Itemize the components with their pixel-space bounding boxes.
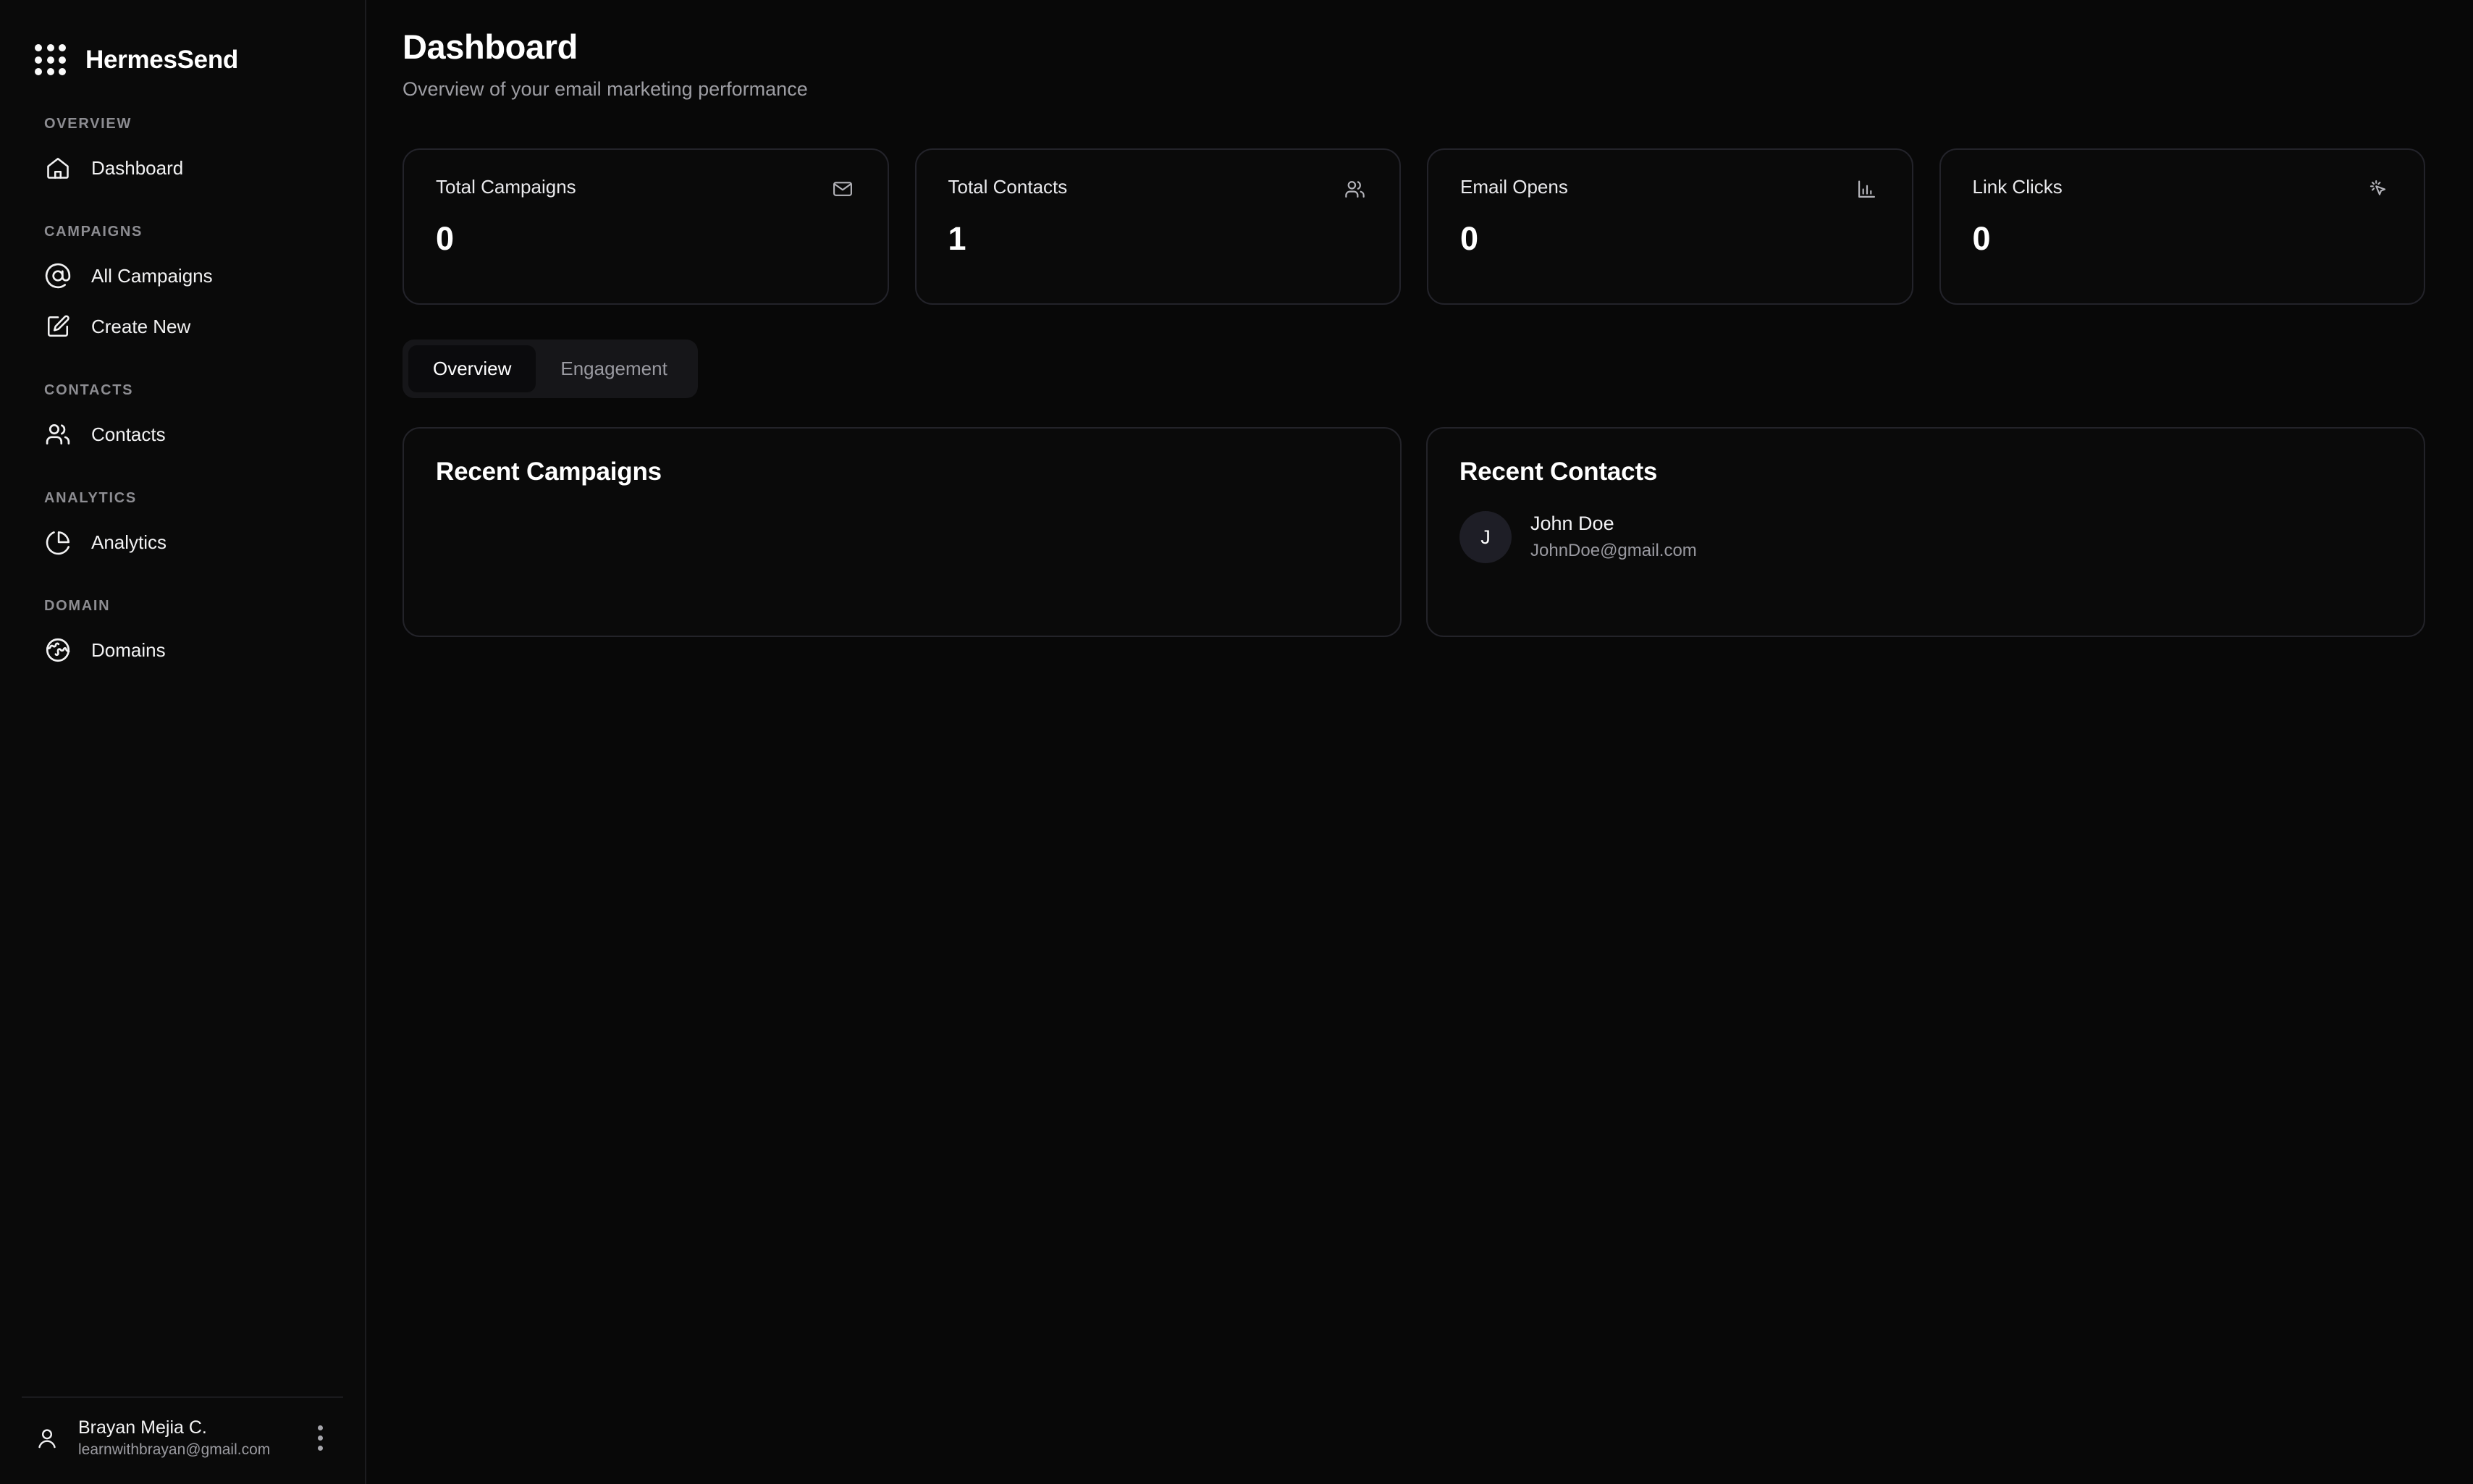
- brand[interactable]: HermesSend: [0, 0, 365, 85]
- sidebar-item-label: Create New: [91, 315, 191, 337]
- stat-head: Link Clicks: [1973, 176, 2393, 202]
- stat-card-total-contacts[interactable]: Total Contacts 1: [914, 148, 1401, 305]
- page-subtitle: Overview of your email marketing perform…: [403, 78, 808, 101]
- users-icon: [1341, 176, 1368, 202]
- nav-section-campaigns-label: CAMPAIGNS: [44, 224, 143, 240]
- stat-card-email-opens[interactable]: Email Opens 0: [1427, 148, 1913, 305]
- nav-section-contacts-label: CONTACTS: [44, 382, 134, 398]
- tab-overview[interactable]: Overview: [408, 345, 536, 393]
- panels-row: Recent Campaigns Recent Contacts J John …: [403, 427, 2425, 638]
- avatar: J: [1459, 511, 1512, 564]
- user-name: Brayan Mejia C.: [78, 1417, 207, 1438]
- sidebar-item-dashboard[interactable]: Dashboard: [0, 143, 365, 193]
- stat-value: 1: [948, 220, 966, 258]
- more-vertical-icon[interactable]: [307, 1422, 333, 1455]
- stat-head: Total Contacts: [948, 176, 1368, 202]
- sidebar-item-label: Contacts: [91, 423, 166, 445]
- user-profile[interactable]: Brayan Mejia C. learnwithbrayan@gmail.co…: [22, 1417, 343, 1459]
- stat-value: 0: [436, 220, 455, 258]
- globe-icon: [43, 636, 72, 665]
- sidebar-item-all-campaigns[interactable]: All Campaigns: [0, 250, 365, 301]
- sidebar-nav: OVERVIEW Dashboard CAMPAIGNS All Campaig…: [0, 85, 365, 1396]
- panel-recent-campaigns: Recent Campaigns: [403, 427, 1402, 638]
- mail-icon: [830, 176, 856, 202]
- sidebar: HermesSend OVERVIEW Dashboard CAMPAIGNS: [0, 0, 366, 1484]
- bar-chart-icon: [1854, 176, 1880, 202]
- page-title: Dashboard: [403, 28, 578, 66]
- stat-head: Email Opens: [1460, 176, 1880, 202]
- stat-value: 0: [1460, 220, 1479, 258]
- sidebar-item-domains[interactable]: Domains: [0, 625, 365, 675]
- nav-section-analytics-label: ANALYTICS: [44, 490, 137, 506]
- at-sign-icon: [43, 261, 72, 290]
- panel-recent-contacts: Recent Contacts J John Doe JohnDoe@gmail…: [1426, 427, 2425, 638]
- stat-label: Total Contacts: [948, 176, 1068, 198]
- user-meta: Brayan Mejia C. learnwithbrayan@gmail.co…: [78, 1417, 291, 1459]
- contact-meta: John Doe JohnDoe@gmail.com: [1530, 511, 1697, 562]
- sidebar-item-label: All Campaigns: [91, 264, 213, 287]
- sidebar-item-contacts[interactable]: Contacts: [0, 409, 365, 460]
- sidebar-item-analytics[interactable]: Analytics: [0, 517, 365, 568]
- main-content: Dashboard Overview of your email marketi…: [366, 0, 2473, 1484]
- nav-section-domain-label: DOMAIN: [44, 598, 111, 614]
- sidebar-item-label: Dashboard: [91, 156, 184, 179]
- stat-label: Email Opens: [1460, 176, 1568, 198]
- mouse-pointer-click-icon: [2366, 176, 2392, 202]
- app-root: HermesSend OVERVIEW Dashboard CAMPAIGNS: [0, 0, 2473, 1484]
- panel-title: Recent Contacts: [1459, 458, 1658, 486]
- stat-head: Total Campaigns: [436, 176, 856, 202]
- tab-engagement[interactable]: Engagement: [536, 345, 691, 392]
- user-email: learnwithbrayan@gmail.com: [78, 1441, 271, 1458]
- home-icon: [43, 153, 72, 182]
- contact-list: J John Doe JohnDoe@gmail.com: [1459, 511, 2392, 564]
- tab-bar: Overview Engagement: [403, 340, 698, 399]
- stat-value: 0: [1972, 220, 1991, 258]
- stat-card-total-campaigns[interactable]: Total Campaigns 0: [403, 148, 889, 305]
- brand-name: HermesSend: [85, 46, 238, 74]
- sidebar-item-label: Domains: [91, 638, 166, 661]
- contact-name: John Doe: [1530, 513, 1614, 535]
- users-icon: [43, 420, 72, 449]
- stat-card-link-clicks[interactable]: Link Clicks 0: [1939, 148, 2425, 305]
- square-pen-icon: [43, 312, 72, 341]
- contact-email: JohnDoe@gmail.com: [1530, 541, 1697, 561]
- stats-row: Total Campaigns 0 Total Contacts 1 Email…: [403, 148, 2425, 305]
- grid-dots-icon: [35, 44, 67, 76]
- sidebar-item-create-new[interactable]: Create New: [0, 301, 365, 352]
- sidebar-item-label: Analytics: [91, 531, 167, 553]
- stat-label: Total Campaigns: [436, 176, 576, 198]
- nav-section-overview-label: OVERVIEW: [44, 116, 132, 132]
- list-item[interactable]: J John Doe JohnDoe@gmail.com: [1459, 511, 2392, 564]
- sidebar-footer: Brayan Mejia C. learnwithbrayan@gmail.co…: [22, 1396, 343, 1484]
- pie-chart-icon: [43, 528, 72, 557]
- stat-label: Link Clicks: [1972, 176, 2063, 198]
- user-icon: [32, 1423, 62, 1454]
- panel-title: Recent Campaigns: [436, 458, 662, 486]
